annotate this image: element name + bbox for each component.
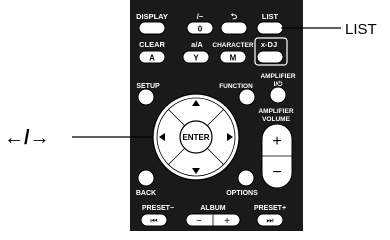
a-button-label: A [149,54,155,63]
arrows-callout: ←/→ [4,127,50,149]
album-label: ALBUM [200,205,225,212]
display-label: DISPLAY [136,12,168,21]
volume-up-icon[interactable]: + [272,133,281,150]
album-minus-icon[interactable]: − [196,216,202,227]
remote-diagram: DISPLAY /− ⮌ LIST 0 LIST CLEAR a/A CHARA… [4,0,377,231]
display-button[interactable] [138,21,166,35]
amplifier-volume-label-1: AMPLIFIER [258,108,293,115]
zero-button-label: 0 [198,25,203,34]
next-icon: ⏭ [266,216,273,225]
list-callout: LIST [345,21,377,38]
album-plus-icon[interactable]: + [224,216,230,227]
enter-label: ENTER [182,133,209,142]
back-button[interactable] [137,169,155,187]
options-button[interactable] [237,169,255,187]
preset-plus-label: PRESET+ [254,205,286,212]
a-a-label: a/A [191,40,203,49]
return-button[interactable] [220,21,248,35]
prev-icon: ⏮ [150,216,157,225]
y-button-label: Y [193,54,199,63]
xdj-label: x-DJ [261,40,277,49]
back-label: BACK [136,190,156,197]
setup-button[interactable] [137,88,155,106]
slash-digit-label: /− [197,12,204,21]
xdj-button[interactable] [256,50,284,64]
m-button-label: M [230,54,237,63]
character-label: CHARACTER [212,42,253,49]
preset-minus-label: PRESET− [142,205,174,212]
amplifier-volume-label-2: VOLUME [262,116,290,123]
back-arrow-label: ⮌ [231,12,238,21]
clear-label: CLEAR [139,40,165,49]
amplifier-label: AMPLIFIER [260,73,295,80]
volume-down-icon[interactable]: − [272,164,281,181]
function-button[interactable] [238,88,256,106]
options-label: OPTIONS [226,190,258,197]
list-button[interactable] [256,21,284,35]
list-label: LIST [262,12,279,21]
amplifier-power-button[interactable] [269,86,287,104]
